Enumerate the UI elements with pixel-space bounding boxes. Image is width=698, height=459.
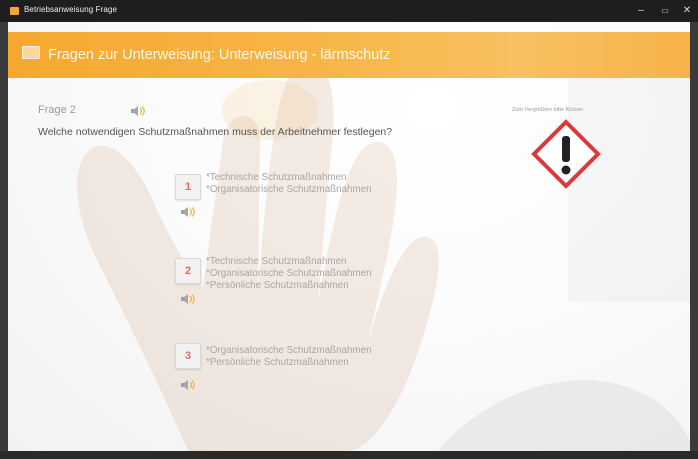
answer-3-text: *Organisatorische Schutzmaßnahmen *Persö… bbox=[206, 345, 372, 369]
content-area: Fragen zur Unterweisung: Unterweisung - … bbox=[8, 22, 690, 451]
hazard-exclamation-icon[interactable] bbox=[530, 118, 602, 190]
answer-line: *Persönliche Schutzmaßnahmen bbox=[206, 357, 349, 368]
page-title: Fragen zur Unterweisung: Unterweisung - … bbox=[48, 47, 391, 63]
document-icon bbox=[22, 46, 40, 59]
answer-line: *Technische Schutzmaßnahmen bbox=[206, 172, 347, 183]
app-icon bbox=[10, 7, 19, 15]
enlarge-hint: Zum Vergrößern bitte Klicken bbox=[512, 107, 584, 113]
answer-3-audio-speaker-icon[interactable] bbox=[180, 379, 198, 391]
answer-line: *Persönliche Schutzmaßnahmen bbox=[206, 280, 349, 291]
answer-1-button[interactable]: 1 bbox=[175, 174, 201, 200]
answer-line: *Organisatorische Schutzmaßnahmen bbox=[206, 345, 372, 356]
answer-line: *Organisatorische Schutzmaßnahmen bbox=[206, 268, 372, 279]
app-window: Betriebsanweisung Frage – ▭ ✕ Fragen zur… bbox=[0, 0, 698, 459]
window-title: Betriebsanweisung Frage bbox=[24, 5, 118, 14]
title-bar: Betriebsanweisung Frage – ▭ ✕ bbox=[0, 0, 698, 22]
background-hand-photo bbox=[77, 42, 690, 451]
answer-1-text: *Technische Schutzmaßnahmen *Organisator… bbox=[206, 172, 372, 196]
answer-1-audio-speaker-icon[interactable] bbox=[180, 206, 198, 218]
header-banner: Fragen zur Unterweisung: Unterweisung - … bbox=[8, 32, 690, 78]
window-bottom-border bbox=[0, 451, 698, 459]
minimize-button[interactable]: – bbox=[634, 4, 648, 18]
question-number: Frage 2 bbox=[38, 104, 76, 116]
maximize-button[interactable]: ▭ bbox=[658, 4, 672, 18]
question-text: Welche notwendigen Schutzmaßnahmen muss … bbox=[38, 126, 393, 138]
close-button[interactable]: ✕ bbox=[680, 4, 694, 18]
answer-2-text: *Technische Schutzmaßnahmen *Organisator… bbox=[206, 256, 372, 292]
answer-3-button[interactable]: 3 bbox=[175, 343, 201, 369]
answer-2-button[interactable]: 2 bbox=[175, 258, 201, 284]
answer-2-audio-speaker-icon[interactable] bbox=[180, 293, 198, 305]
answer-line: *Technische Schutzmaßnahmen bbox=[206, 256, 347, 267]
question-audio-speaker-icon[interactable] bbox=[130, 105, 148, 117]
answer-line: *Organisatorische Schutzmaßnahmen bbox=[206, 184, 372, 195]
